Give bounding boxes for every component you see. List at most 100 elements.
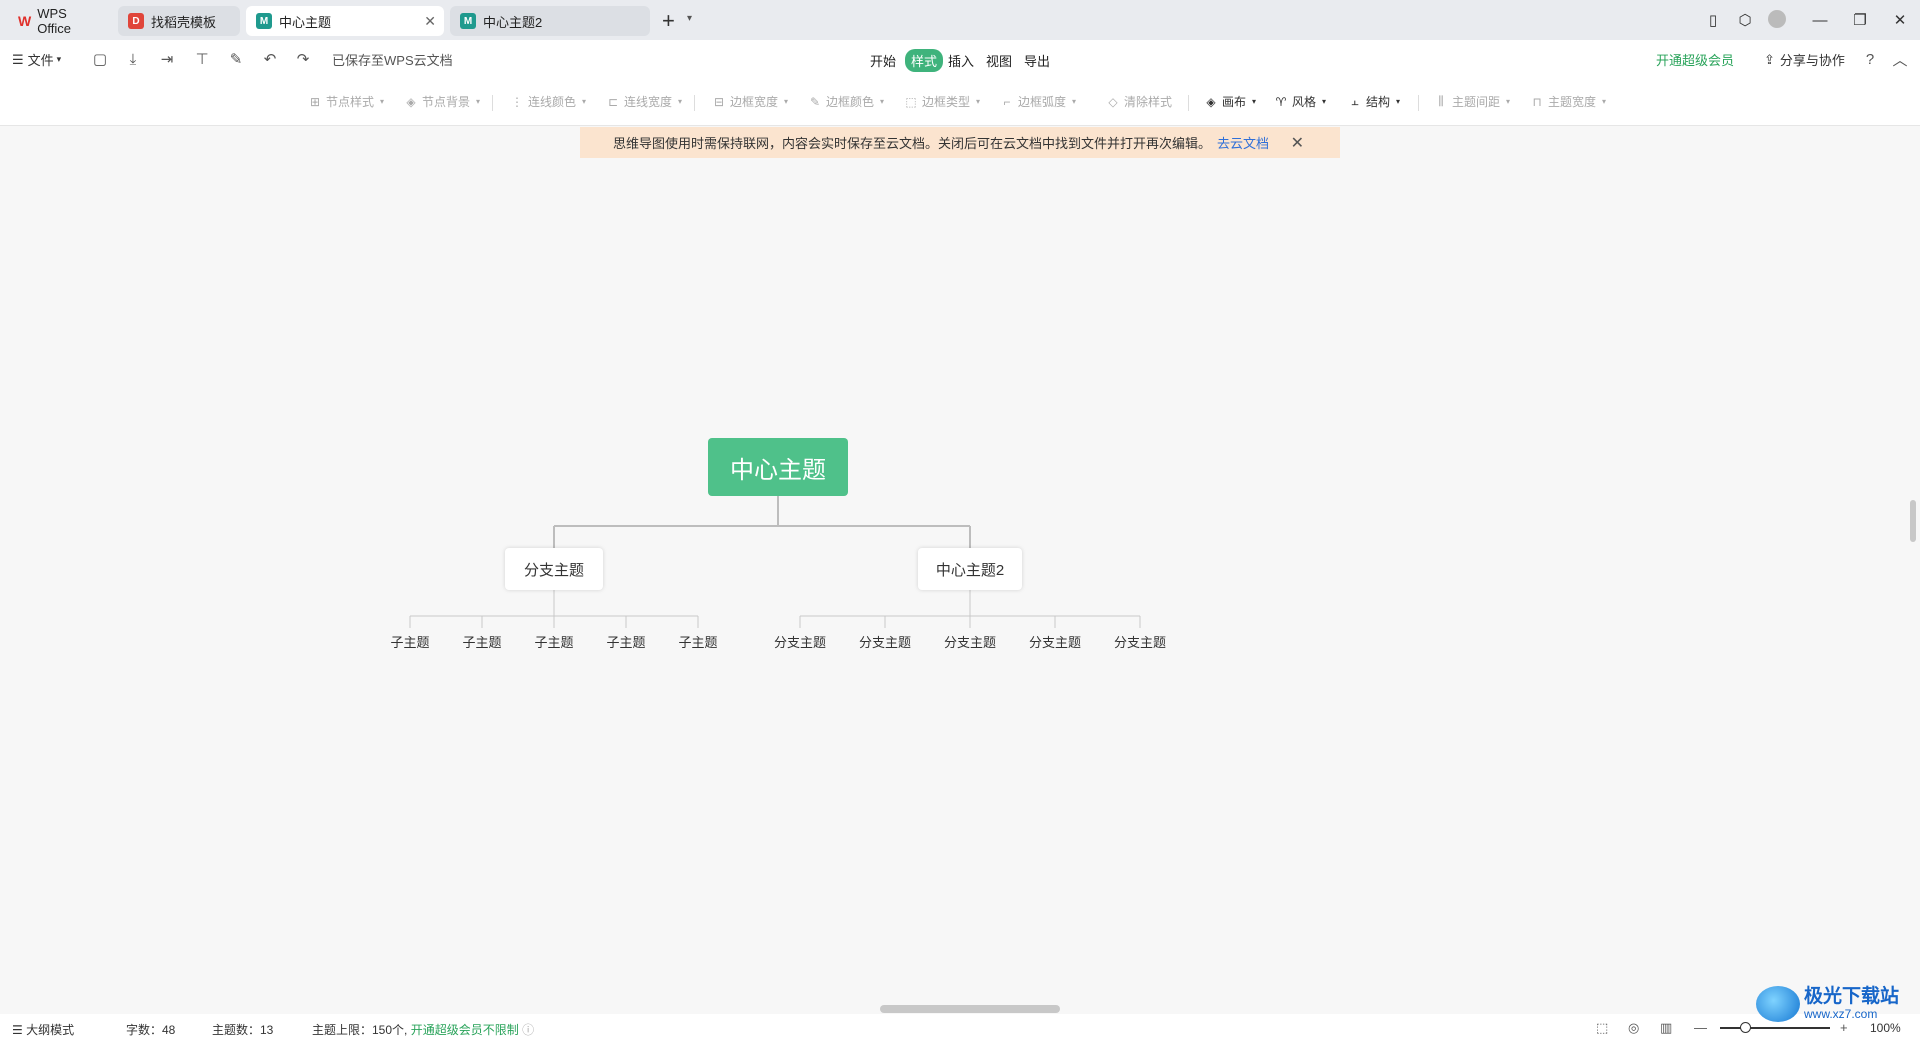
tab-label: 找稻壳模板: [151, 14, 217, 30]
tab-mindmap-2[interactable]: M 中心主题2: [450, 6, 650, 36]
node-style-icon: ⊞: [309, 94, 321, 109]
subtopic-node[interactable]: 子主题: [534, 632, 573, 651]
tab-insert[interactable]: 插入: [942, 49, 980, 72]
topic-spacing-button[interactable]: ⫼ 主题间距 ▾: [1434, 93, 1510, 110]
outline-mode-button[interactable]: ☰ 大纲模式: [12, 1021, 74, 1038]
corner-icon: ⌐: [1003, 94, 1011, 109]
label: 边框宽度: [730, 95, 779, 109]
tab-label: WPS Office: [37, 6, 71, 36]
theme-style-button[interactable]: ♈ 风格 ▾: [1274, 93, 1326, 110]
collapse-icon[interactable]: ︿: [1890, 50, 1910, 69]
width-icon: ⊓: [1532, 94, 1542, 109]
undo-icon[interactable]: ↶: [260, 50, 280, 68]
close-icon[interactable]: ✕: [1291, 133, 1304, 153]
tab-mindmap-1[interactable]: M 中心主题 ✕: [246, 6, 444, 36]
subtopic-node[interactable]: 分支主题: [1114, 632, 1166, 651]
border-type-button[interactable]: ⬚ 边框类型 ▾: [904, 93, 980, 110]
spacing-icon: ⫼: [1438, 94, 1444, 108]
subtopic-node[interactable]: 分支主题: [774, 632, 826, 651]
topic-width-button[interactable]: ⊓ 主题宽度 ▾: [1530, 93, 1606, 110]
download-icon[interactable]: ⤓: [123, 50, 143, 68]
close-icon[interactable]: ✕: [424, 13, 436, 30]
subtopic-node[interactable]: 子主题: [678, 632, 717, 651]
vip-unlimited-link[interactable]: 开通超级会员不限制: [411, 1023, 519, 1037]
cloud-notice-banner: 思维导图使用时需保持联网，内容会实时保存至云文档。关闭后可在云文档中找到文件并打…: [580, 127, 1340, 158]
node-style-button[interactable]: ⊞ 节点样式 ▾: [308, 93, 384, 110]
zoom-level: 100%: [1870, 1021, 1901, 1035]
redo-icon[interactable]: ↷: [293, 50, 313, 68]
zoom-slider[interactable]: [1720, 1027, 1830, 1029]
topic-limit-label: 主题上限：150个,: [312, 1023, 408, 1037]
cube-icon[interactable]: ⬡: [1735, 10, 1755, 30]
border-width-icon: ⊟: [713, 94, 725, 109]
subtopic-node[interactable]: 分支主题: [1029, 632, 1081, 651]
tab-export[interactable]: 导出: [1018, 49, 1056, 72]
avatar[interactable]: [1768, 10, 1786, 28]
go-cloud-docs-link[interactable]: 去云文档: [1217, 133, 1269, 152]
save-icon[interactable]: ▢: [90, 50, 110, 68]
branch-topic-node[interactable]: 中心主题2: [918, 548, 1022, 590]
label: 边框颜色: [826, 95, 875, 109]
pen-icon[interactable]: ✎: [226, 50, 246, 68]
subtopic-node[interactable]: 子主题: [606, 632, 645, 651]
share-button[interactable]: ⇪ 分享与协作: [1764, 50, 1845, 69]
canvas-button[interactable]: ◈ 画布 ▾: [1204, 93, 1256, 110]
subtopic-node[interactable]: 子主题: [462, 632, 501, 651]
window-close-icon[interactable]: ✕: [1890, 10, 1910, 30]
tab-view[interactable]: 视图: [980, 49, 1018, 72]
line-color-icon: ⋮: [511, 94, 523, 109]
help-icon[interactable]: ?: [1860, 50, 1880, 68]
border-width-button[interactable]: ⊟ 边框宽度 ▾: [712, 93, 788, 110]
label: 画布: [1222, 95, 1247, 109]
share-label: 分享与协作: [1779, 53, 1845, 68]
clear-style-button[interactable]: ◇ 清除样式: [1106, 93, 1172, 110]
horizontal-scrollbar[interactable]: [880, 1005, 1060, 1013]
mindmap-icon: M: [460, 13, 476, 29]
tab-start[interactable]: 开始: [864, 49, 902, 72]
subtopic-node[interactable]: 分支主题: [859, 632, 911, 651]
subtopic-node[interactable]: 子主题: [390, 632, 429, 651]
label: 结构: [1366, 95, 1391, 109]
line-width-button[interactable]: ⊏ 连线宽度 ▾: [606, 93, 682, 110]
new-tab-button[interactable]: +: [662, 8, 675, 34]
map-icon[interactable]: ▥: [1660, 1020, 1672, 1036]
mindmap-icon: M: [256, 13, 272, 29]
center-topic-node[interactable]: 中心主题: [708, 438, 848, 496]
style-toolbar: ⊞ 节点样式 ▾ ◈ 节点背景 ▾ ⋮ 连线颜色 ▾ ⊏ 连线宽度 ▾ ⊟ 边框宽度 ▾ ✎ 边框颜色…: [0, 78, 1920, 126]
menu-icon: ☰: [12, 51, 24, 67]
line-color-button[interactable]: ⋮ 连线颜色 ▾: [510, 93, 586, 110]
topic-limit: 主题上限：150个, 开通超级会员不限制 ⓘ: [312, 1021, 534, 1038]
help-circle-icon[interactable]: ⓘ: [522, 1023, 534, 1037]
format-painter-icon[interactable]: ⊤: [192, 50, 212, 68]
vertical-scrollbar[interactable]: [1910, 500, 1916, 542]
paint-bucket-icon: ◈: [406, 94, 416, 109]
chevron-down-icon[interactable]: ▾: [687, 13, 692, 24]
tab-label: 中心主题2: [483, 14, 543, 30]
export-icon[interactable]: ⇥: [157, 50, 177, 68]
node-background-button[interactable]: ◈ 节点背景 ▾: [404, 93, 480, 110]
saved-status: 已保存至WPS云文档: [332, 53, 453, 68]
zoom-in-icon[interactable]: +: [1840, 1020, 1848, 1035]
tab-template[interactable]: D 找稻壳模板: [118, 6, 240, 36]
tab-wps-office[interactable]: W WPS Office: [8, 6, 110, 36]
zoom-slider-handle[interactable]: [1740, 1022, 1751, 1033]
structure-button[interactable]: ⫠ 结构 ▾: [1348, 93, 1400, 110]
locate-icon[interactable]: ◎: [1628, 1020, 1639, 1036]
topic-count: 主题数：13: [212, 1023, 274, 1037]
label: 风格: [1292, 95, 1317, 109]
subtopic-node[interactable]: 分支主题: [944, 632, 996, 651]
tab-style[interactable]: 样式: [905, 49, 944, 72]
border-radius-button[interactable]: ⌐ 边框弧度 ▾: [1000, 93, 1076, 110]
file-menu-button[interactable]: ☰ 文件 ▾: [12, 50, 61, 69]
label: 边框弧度: [1018, 95, 1067, 109]
docer-icon: D: [128, 13, 144, 29]
zoom-out-icon[interactable]: —: [1694, 1020, 1707, 1035]
vip-link[interactable]: 开通超级会员: [1656, 50, 1734, 69]
border-color-button[interactable]: ✎ 边框颜色 ▾: [808, 93, 884, 110]
restore-icon[interactable]: ❐: [1850, 10, 1870, 30]
layout-icon[interactable]: ▯: [1703, 10, 1723, 30]
line-width-icon: ⊏: [607, 94, 619, 109]
branch-topic-node[interactable]: 分支主题: [505, 548, 603, 590]
fit-screen-icon[interactable]: ⬚: [1596, 1020, 1608, 1036]
minimize-icon[interactable]: —: [1810, 10, 1830, 30]
